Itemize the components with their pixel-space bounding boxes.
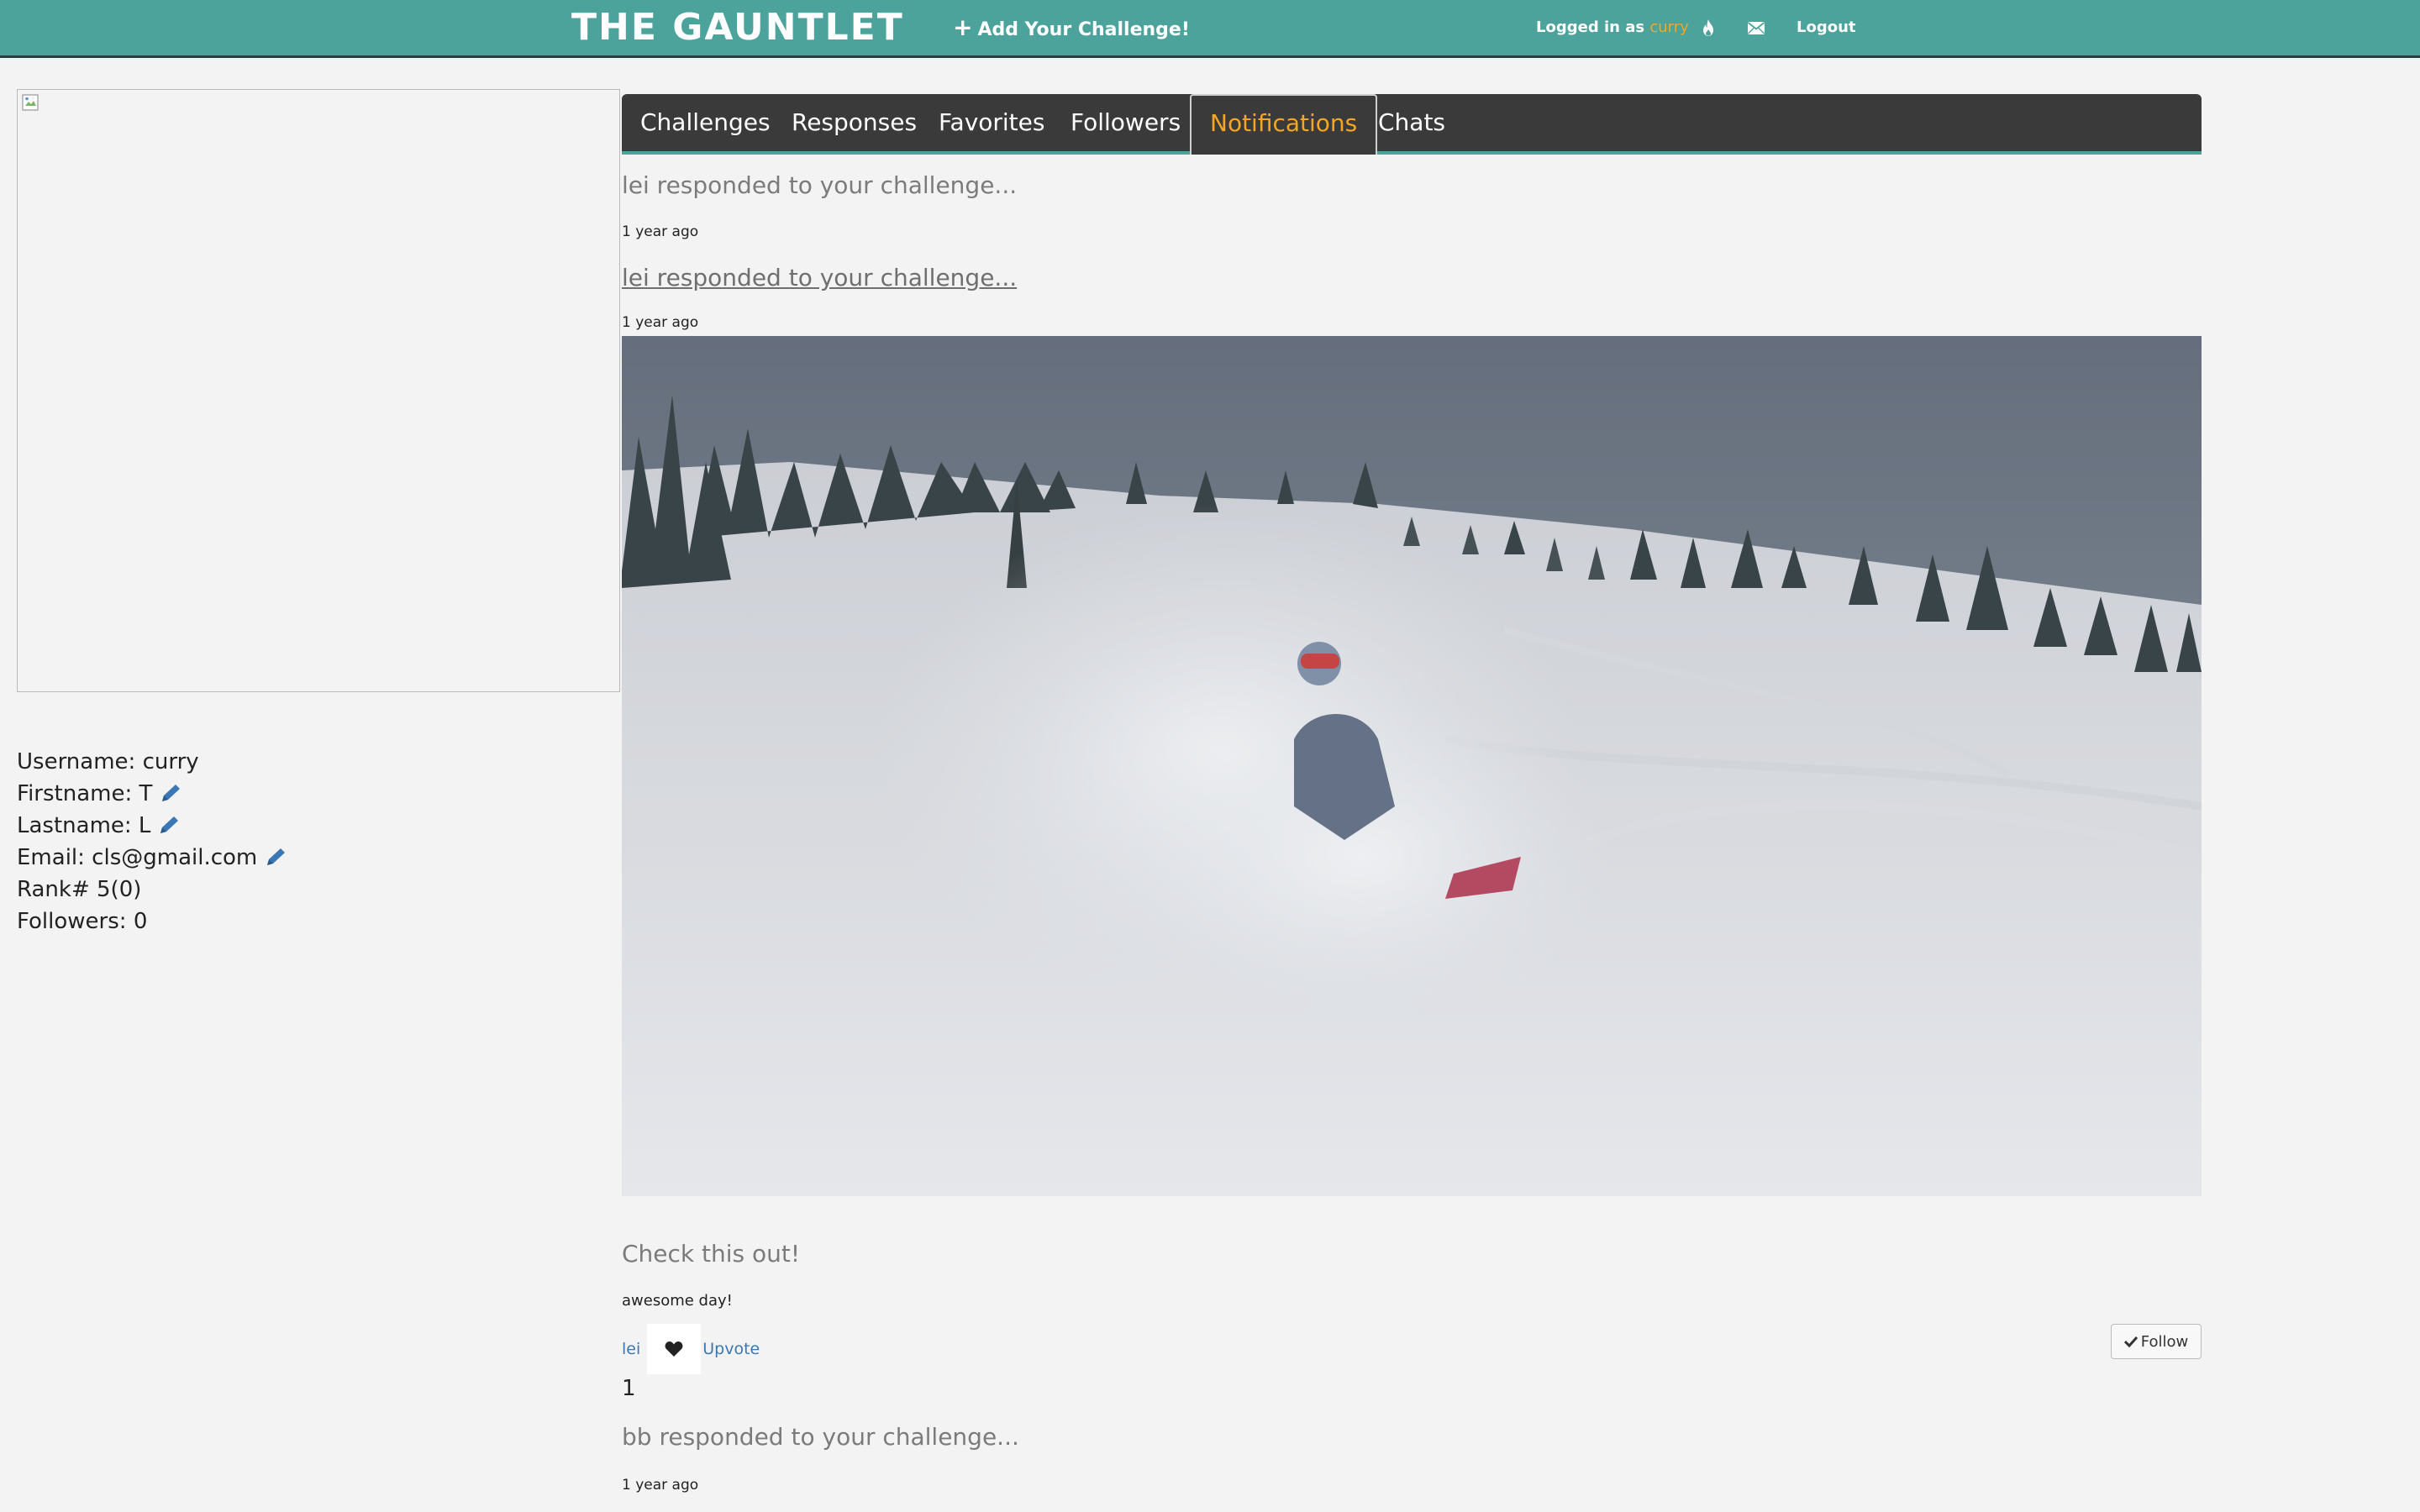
profile-email-row: Email: cls@gmail.com	[17, 842, 287, 874]
email-label: Email:	[17, 845, 85, 870]
lastname-value: L	[138, 813, 151, 838]
follow-button[interactable]: Follow	[2111, 1324, 2202, 1359]
post-title: Check this out!	[622, 1240, 801, 1268]
profile-lastname-row: Lastname: L	[17, 810, 287, 842]
top-navbar: THE GAUNTLET + Add Your Challenge! Logged…	[0, 0, 2420, 58]
post-author-link[interactable]: lei	[622, 1340, 640, 1358]
brand-logo[interactable]: THE GAUNTLET	[571, 5, 904, 50]
follow-button-label: Follow	[2140, 1332, 2189, 1351]
tab-favorites[interactable]: Favorites	[920, 94, 1063, 151]
edit-lastname-pencil-icon[interactable]	[157, 815, 181, 837]
tab-responses[interactable]: Responses	[773, 94, 935, 151]
add-challenge-label: Add Your Challenge!	[977, 19, 1190, 40]
notification-title[interactable]: lei responded to your challenge...	[622, 171, 1017, 199]
followers-label: Followers:	[17, 909, 127, 934]
profile-details: Username: curry Firstname: T Lastname: L…	[17, 746, 287, 937]
notification-title[interactable]: lei responded to your challenge...	[622, 264, 1017, 291]
profile-firstname-row: Firstname: T	[17, 778, 287, 810]
check-icon	[2123, 1336, 2138, 1347]
tab-followers[interactable]: Followers	[1052, 94, 1199, 151]
fire-icon[interactable]	[1697, 15, 1720, 40]
notification-title[interactable]: bb responded to your challenge...	[622, 1423, 1019, 1451]
notification-time: 1 year ago	[622, 223, 699, 240]
post-actions: lei Upvote	[622, 1324, 760, 1374]
heart-icon[interactable]	[647, 1324, 702, 1374]
notification-time: 1 year ago	[622, 314, 699, 331]
envelope-icon[interactable]	[1744, 15, 1768, 40]
notification-time: 1 year ago	[622, 1477, 699, 1494]
add-challenge-link[interactable]: + Add Your Challenge!	[953, 10, 1190, 45]
tab-chats[interactable]: Chats	[1360, 94, 1464, 151]
profile-followers-row: Followers: 0	[17, 906, 287, 937]
firstname-value: T	[139, 781, 153, 806]
rank-label: Rank#	[17, 877, 90, 902]
tab-challenges[interactable]: Challenges	[622, 94, 789, 151]
username-value: curry	[142, 749, 199, 774]
response-photo[interactable]	[622, 336, 2202, 1196]
logged-in-prefix: Logged in as	[1536, 18, 1645, 36]
profile-rank-row: Rank# 5(0)	[17, 874, 287, 906]
vote-count: 1	[622, 1376, 636, 1401]
followers-value: 0	[133, 909, 148, 934]
edit-email-pencil-icon[interactable]	[264, 847, 287, 869]
profile-username-row: Username: curry	[17, 746, 287, 778]
login-status: Logged in as curry	[1536, 12, 1689, 44]
rank-value: 5(0)	[97, 877, 142, 902]
lastname-label: Lastname:	[17, 813, 132, 838]
profile-tabs: Challenges Responses Favorites Followers…	[622, 94, 2202, 155]
logout-link[interactable]: Logout	[1797, 12, 1856, 44]
tab-notifications[interactable]: Notifications	[1190, 94, 1378, 155]
plus-icon: +	[953, 13, 973, 41]
post-description: awesome day!	[622, 1292, 733, 1310]
logged-in-username[interactable]: curry	[1649, 18, 1688, 36]
profile-avatar	[17, 89, 620, 692]
upvote-link[interactable]: Upvote	[702, 1340, 760, 1358]
email-value: cls@gmail.com	[92, 845, 258, 870]
edit-firstname-pencil-icon[interactable]	[159, 783, 182, 805]
firstname-label: Firstname:	[17, 781, 133, 806]
broken-image-icon	[22, 94, 39, 111]
username-label: Username:	[17, 749, 136, 774]
